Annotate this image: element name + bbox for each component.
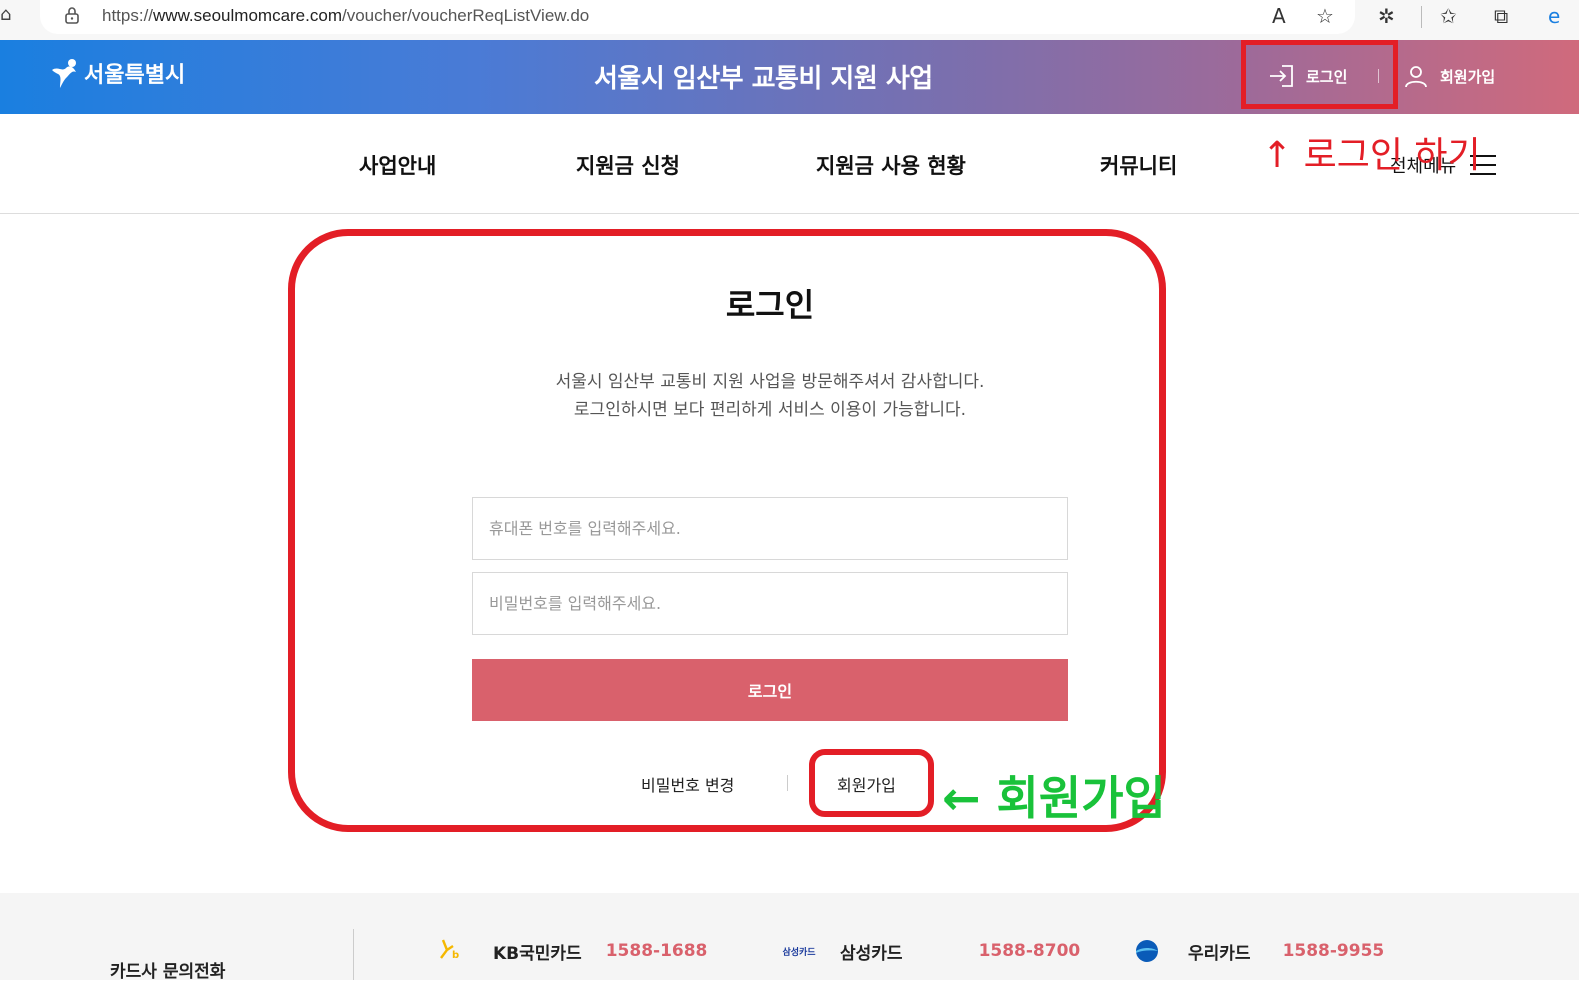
card-contact-title: 카드사 문의전화 <box>110 962 226 982</box>
nav-item-usage[interactable]: 지원금 사용 현황 <box>816 150 966 180</box>
browser-toolbar: ⌂ https://www.seoulmomcare.com/voucher/v… <box>0 0 1579 40</box>
favorite-add-icon[interactable]: ☆ <box>1316 4 1334 28</box>
login-annotation: ↑ 로그인 하기 <box>1262 135 1481 176</box>
logo-text: 서울특별시 <box>84 63 186 88</box>
nav-item-community[interactable]: 커뮤니티 <box>1100 150 1177 180</box>
login-submit-button[interactable]: 로그인 <box>472 659 1068 721</box>
home-icon[interactable]: ⌂ <box>0 4 11 25</box>
samsung-card-icon: 삼성카드 <box>782 947 816 958</box>
card-name: 삼성카드 <box>840 943 903 964</box>
seoul-symbol-icon <box>52 59 76 88</box>
phone-input[interactable] <box>472 497 1068 560</box>
login-intro: 서울시 임산부 교통비 지원 사업을 방문해주셔서 감사합니다. 로그인하시면 … <box>0 368 1540 424</box>
read-aloud-icon[interactable]: A <box>1272 4 1286 28</box>
login-highlight-box <box>1241 40 1398 109</box>
card-name: KB국민카드 <box>493 943 582 964</box>
join-highlight-box <box>809 749 934 817</box>
woori-card-icon <box>1132 938 1162 964</box>
footer: 카드사 문의전화 b KB국민카드 1588-1688 삼성카드 삼성카드 15… <box>0 893 1579 982</box>
header-join-button[interactable]: 회원가입 <box>1404 64 1495 88</box>
favorites-icon[interactable]: ✩ <box>1440 4 1457 28</box>
link-divider <box>787 775 788 791</box>
card-contact-samsung: 삼성카드 삼성카드 1588-8700 <box>782 938 1081 964</box>
site-title[interactable]: 서울시 임산부 교통비 지원 사업 <box>594 58 933 95</box>
join-annotation: ← 회원가입 <box>942 771 1166 825</box>
toolbar-separator <box>1421 6 1422 28</box>
footer-divider <box>353 929 354 980</box>
password-input[interactable] <box>472 572 1068 635</box>
header-join-label: 회원가입 <box>1440 67 1496 86</box>
change-password-link[interactable]: 비밀번호 변경 <box>641 772 734 796</box>
seoul-logo[interactable]: 서울특별시 <box>48 56 185 90</box>
nav-item-business-info[interactable]: 사업안내 <box>359 150 436 180</box>
edge-icon[interactable]: e <box>1548 4 1560 28</box>
card-tel[interactable]: 1588-9955 <box>1283 941 1385 961</box>
card-tel[interactable]: 1588-8700 <box>979 941 1081 961</box>
collections-icon[interactable]: ⧉ <box>1494 4 1508 28</box>
nav-item-apply[interactable]: 지원금 신청 <box>576 150 680 180</box>
lock-icon[interactable] <box>64 6 80 24</box>
intro-line-2: 로그인하시면 보다 편리하게 서비스 이용이 가능합니다. <box>573 400 967 420</box>
url-text[interactable]: https://www.seoulmomcare.com/voucher/vou… <box>102 6 589 26</box>
kb-card-icon: b <box>437 938 467 964</box>
card-name: 우리카드 <box>1188 943 1251 964</box>
user-icon <box>1405 66 1427 88</box>
card-tel[interactable]: 1588-1688 <box>606 941 708 961</box>
card-contact-woori: 우리카드 1588-9955 <box>1132 938 1384 964</box>
login-title: 로그인 <box>725 286 815 324</box>
card-contact-kb: b KB국민카드 1588-1688 <box>437 938 707 964</box>
intro-line-1: 서울시 임산부 교통비 지원 사업을 방문해주셔서 감사합니다. <box>555 372 985 392</box>
extensions-icon[interactable]: ✲ <box>1378 4 1395 28</box>
svg-text:b: b <box>452 950 459 961</box>
